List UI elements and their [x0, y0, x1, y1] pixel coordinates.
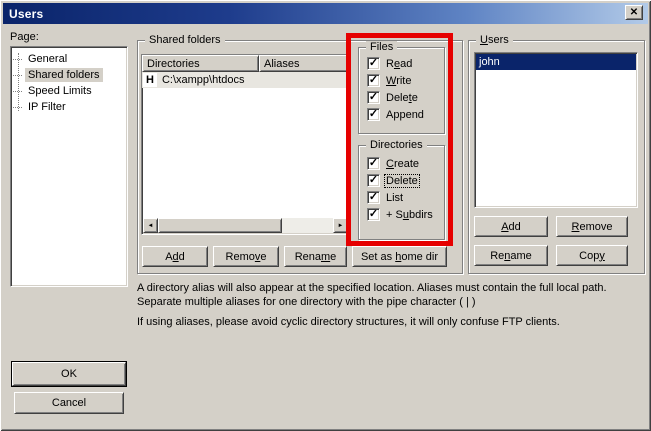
checkbox-create[interactable]: ✓ Create: [359, 155, 444, 172]
folder-remove-button[interactable]: Remove: [213, 246, 279, 267]
scrollbar-thumb[interactable]: [158, 218, 282, 233]
folder-add-button[interactable]: Add: [142, 246, 208, 267]
checkbox-delete-dir[interactable]: ✓ Delete: [359, 172, 444, 189]
sidebar-item-speed-limits[interactable]: Speed Limits: [11, 83, 127, 99]
sidebar-item-general[interactable]: General: [11, 51, 127, 67]
column-header-aliases[interactable]: Aliases: [259, 55, 349, 72]
user-name: john: [479, 56, 500, 68]
checkbox-append[interactable]: ✓ Append: [359, 106, 444, 123]
users-group-label: Users: [476, 34, 513, 46]
user-remove-button[interactable]: Remove: [556, 216, 628, 237]
ok-button[interactable]: OK: [12, 362, 126, 386]
sidebar-item-label: Shared folders: [25, 68, 103, 82]
checkbox-check-icon[interactable]: ✓: [367, 74, 380, 87]
cancel-button[interactable]: Cancel: [14, 392, 124, 414]
scroll-left-icon[interactable]: ◄: [143, 218, 158, 233]
alias-help-paragraph-1: A directory alias will also appear at th…: [137, 281, 629, 309]
directories-group-label: Directories: [366, 139, 427, 151]
checkbox-read[interactable]: ✓ Read: [359, 55, 444, 72]
checkbox-check-icon[interactable]: ✓: [367, 108, 380, 121]
folder-rename-button[interactable]: Rename: [284, 246, 347, 267]
scroll-right-icon[interactable]: ►: [333, 218, 348, 233]
shared-folders-group-label: Shared folders: [145, 34, 225, 46]
files-group: Files ✓ Read ✓ Write ✓ Delete ✓ Append: [358, 47, 445, 134]
checkbox-delete-file[interactable]: ✓ Delete: [359, 89, 444, 106]
alias-help-text: A directory alias will also appear at th…: [137, 281, 629, 329]
checkbox-subdirs[interactable]: ✓ + Subdirs: [359, 206, 444, 223]
column-header-directories[interactable]: Directories: [142, 55, 259, 72]
page-list: General Shared folders Speed Limits IP F…: [10, 46, 128, 287]
checkbox-check-icon[interactable]: ✓: [367, 157, 380, 170]
sidebar-item-ip-filter[interactable]: IP Filter: [11, 99, 127, 115]
window-title: Users: [9, 7, 43, 21]
checkbox-check-icon[interactable]: ✓: [367, 191, 380, 204]
users-list: john: [474, 52, 638, 208]
user-add-button[interactable]: Add: [474, 216, 548, 237]
files-group-label: Files: [366, 41, 397, 53]
shared-folders-list: Directories Aliases H C:\xampp\htdocs ◄ …: [141, 54, 350, 235]
sidebar-item-shared-folders[interactable]: Shared folders: [11, 67, 127, 83]
users-dialog: Users ✕ Page: General Shared folders Spe…: [0, 0, 651, 431]
directory-row[interactable]: H C:\xampp\htdocs: [142, 72, 349, 88]
directory-path: C:\xampp\htdocs: [157, 74, 245, 86]
user-rename-button[interactable]: Rename: [474, 245, 548, 266]
alias-help-paragraph-2: If using aliases, please avoid cyclic di…: [137, 315, 629, 329]
checkbox-check-icon[interactable]: ✓: [367, 174, 380, 187]
checkbox-check-icon[interactable]: ✓: [367, 57, 380, 70]
checkbox-check-icon[interactable]: ✓: [367, 91, 380, 104]
list-header: Directories Aliases: [142, 55, 349, 72]
horizontal-scrollbar[interactable]: ◄ ►: [143, 218, 348, 233]
user-copy-button[interactable]: Copy: [556, 245, 628, 266]
close-icon: ✕: [630, 8, 638, 18]
directories-group: Directories ✓ Create ✓ Delete ✓ List ✓ +…: [358, 145, 445, 240]
home-flag: H: [143, 73, 157, 87]
sidebar-item-label: Speed Limits: [25, 84, 95, 98]
checkbox-write[interactable]: ✓ Write: [359, 72, 444, 89]
sidebar-item-label: General: [25, 52, 70, 66]
sidebar-item-label: IP Filter: [25, 100, 69, 114]
checkbox-check-icon[interactable]: ✓: [367, 208, 380, 221]
set-as-home-dir-button[interactable]: Set as home dir: [352, 246, 447, 267]
user-item-john[interactable]: john: [476, 54, 636, 70]
title-bar: Users: [3, 3, 648, 24]
close-button[interactable]: ✕: [625, 5, 643, 20]
page-label: Page:: [10, 31, 39, 43]
checkbox-list[interactable]: ✓ List: [359, 189, 444, 206]
